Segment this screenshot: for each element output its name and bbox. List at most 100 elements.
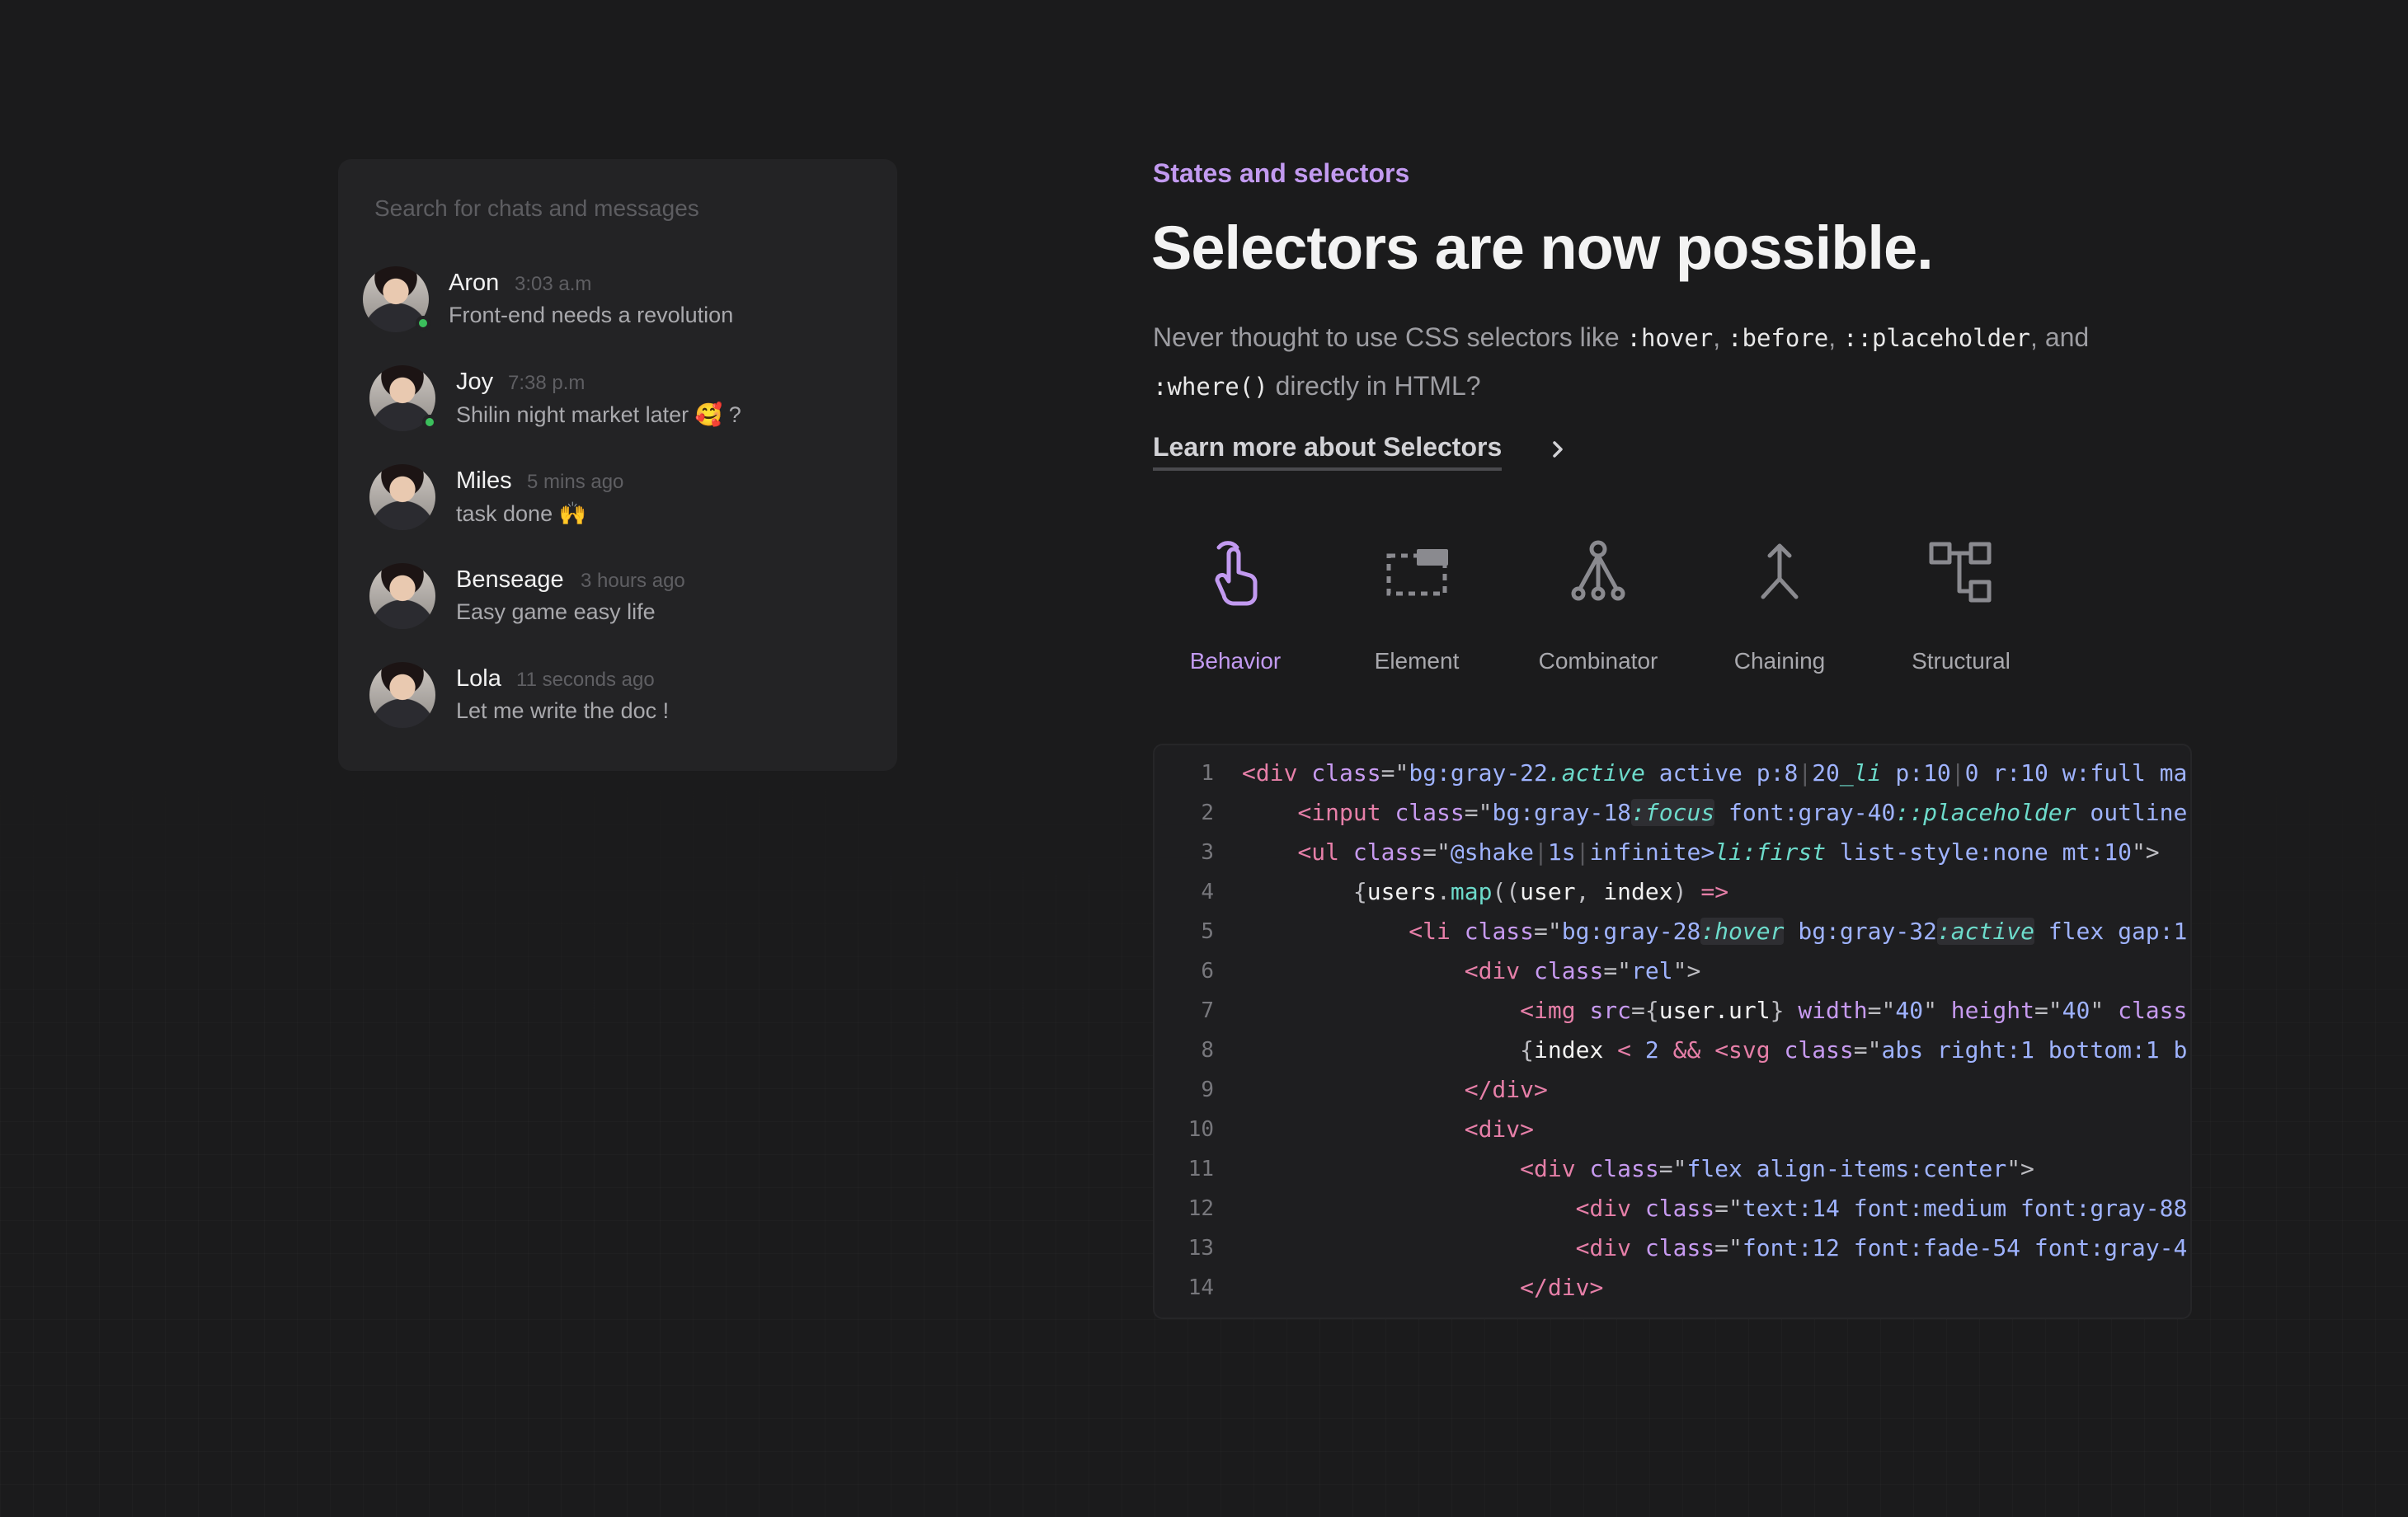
chat-name: Aron (449, 270, 500, 296)
description-text: Never thought to use CSS selectors like (1153, 322, 1627, 352)
chat-message: Let me write the doc ! (456, 698, 670, 723)
chat-item-aron[interactable]: Aron 3:03 a.m Front-end needs a revoluti… (338, 261, 897, 352)
code-token: <div (1242, 759, 1312, 787)
chat-time: 7:38 p.m (508, 372, 586, 394)
chat-time: 5 mins ago (527, 471, 624, 493)
code-token: =" (2034, 997, 2062, 1024)
code-text: <div class="bg:gray-22.active active p:8… (1242, 754, 2187, 793)
code-token: 1s (1547, 838, 1576, 866)
line-number: 10 (1188, 1117, 1214, 1142)
line-number: 6 (1201, 959, 1214, 984)
code-where: :where() (1153, 373, 1268, 401)
chat-message: Easy game easy life (456, 599, 656, 624)
code-token: class (1644, 1234, 1715, 1261)
code-token: { (1242, 1036, 1535, 1064)
code-token: 2 (1644, 1036, 1659, 1064)
line-number: 3 (1201, 840, 1214, 865)
avatar (369, 365, 437, 431)
code-token: .active (1547, 759, 1645, 787)
code-token: class (1311, 759, 1381, 787)
online-status-dot (422, 415, 437, 430)
code-token: user (1520, 878, 1576, 905)
line-number: 11 (1188, 1157, 1214, 1181)
code-token: => (1700, 878, 1729, 905)
code-token: index (1534, 1036, 1604, 1064)
code-token: 40 (1895, 997, 1924, 1024)
avatar-photo (369, 662, 435, 728)
code-token: <div> (1464, 1115, 1535, 1143)
chat-search-input[interactable] (374, 195, 869, 222)
code-token: rel (1631, 957, 1673, 984)
code-token: class (1644, 1195, 1715, 1222)
chat-panel: Aron 3:03 a.m Front-end needs a revoluti… (338, 159, 897, 771)
code-token: | (1534, 838, 1548, 866)
tab-combinator[interactable]: Combinator (1507, 528, 1689, 693)
code-line: 7 <img src={user.url} width="40" height=… (1155, 991, 2190, 1031)
code-text: {index < 2 && <svg class="abs right:1 bo… (1242, 1031, 2187, 1070)
code-token: , (1575, 878, 1604, 905)
code-line: 13 <div class="font:12 font:fade-54 font… (1155, 1228, 2190, 1268)
tab-behavior[interactable]: Behavior (1145, 528, 1326, 693)
code-token: "> (1672, 957, 1701, 984)
chat-name: Joy (456, 369, 494, 395)
code-text: <div> (1242, 1110, 1534, 1149)
line-number: 14 (1188, 1275, 1214, 1300)
code-token: <svg (1714, 1036, 1785, 1064)
chat-item-miles[interactable]: Miles 5 mins ago task done 🙌 (338, 459, 897, 550)
line-number: 12 (1188, 1196, 1214, 1221)
code-text: {users.map((user, index) => (1242, 872, 1728, 912)
code-token: class (1394, 799, 1465, 826)
code-token: =" (1534, 918, 1562, 945)
code-token: <div (1575, 1234, 1645, 1261)
chevron-right-icon[interactable] (1547, 436, 1570, 463)
code-token: "> (2006, 1155, 2034, 1182)
code-token: class (2118, 997, 2188, 1024)
code-token: <div (1575, 1195, 1645, 1222)
tab-label: Behavior (1189, 648, 1282, 674)
tab-label: Element (1374, 648, 1460, 674)
learn-more-link[interactable]: Learn more about Selectors (1153, 432, 1503, 471)
code-token: <div (1520, 1155, 1590, 1182)
tab-chaining[interactable]: Chaining (1689, 528, 1870, 693)
code-text: <div class="text:14 font:medium font:gra… (1242, 1189, 2188, 1228)
code-line: 2 <input class="bg:gray-18:focus font:gr… (1155, 793, 2190, 833)
description-text: directly in HTML? (1267, 371, 1481, 401)
code-token: :hover (1700, 918, 1785, 945)
code-token: { (1242, 878, 1367, 905)
code-token: class (1589, 1155, 1659, 1182)
code-token: =" (1867, 997, 1896, 1024)
code-token: outline (2076, 799, 2188, 826)
code-token: </div> (1520, 1274, 1604, 1301)
separator: , (1713, 322, 1728, 352)
tab-element[interactable]: Element (1326, 528, 1507, 693)
code-token: (( (1492, 878, 1521, 905)
tab-structural[interactable]: Structural (1870, 528, 2052, 693)
chat-item-joy[interactable]: Joy 7:38 p.m Shilin night market later 🥰… (338, 360, 897, 451)
chat-item-benseage[interactable]: Benseage 3 hours ago Easy game easy life (338, 558, 897, 649)
code-token: =" (1658, 1155, 1687, 1182)
code-line: 9 </div> (1155, 1070, 2190, 1110)
line-number: 5 (1201, 919, 1214, 944)
code-token: =" (1423, 838, 1451, 866)
code-line: 8 {index < 2 && <svg class="abs right:1 … (1155, 1031, 2190, 1070)
chat-item-lola[interactable]: Lola 11 seconds ago Let me write the doc… (338, 657, 897, 748)
chat-message: task done 🙌 (456, 501, 587, 526)
code-token: users (1366, 878, 1437, 905)
code-token: && (1658, 1036, 1715, 1064)
code-token: "> (2131, 838, 2160, 866)
code-token: ={ (1631, 997, 1659, 1024)
page-title: Selectors are now possible. (1151, 214, 1934, 282)
code-token: =" (1380, 759, 1409, 787)
code-token: map (1450, 878, 1493, 905)
chat-time: 11 seconds ago (516, 669, 655, 691)
online-status-dot (416, 316, 430, 331)
code-token: <img (1520, 997, 1590, 1024)
code-token: font:12 font:fade-54 font:gray-4 (1742, 1234, 2188, 1261)
line-number: 9 (1201, 1078, 1214, 1102)
code-text: </div> (1242, 1070, 1548, 1110)
